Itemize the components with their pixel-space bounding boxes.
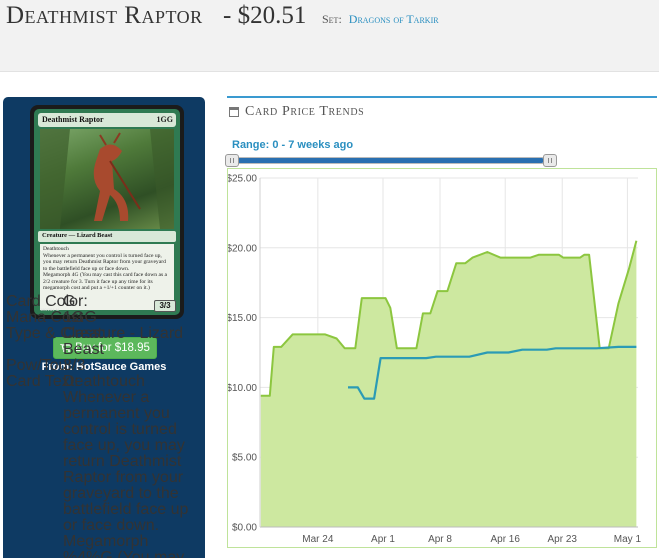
card-image: Deathmist Raptor 1GG Creature — Lizard B… — [30, 105, 184, 319]
x-tick-label: Apr 23 — [548, 534, 578, 545]
card-image-mana: 1GG — [156, 115, 173, 124]
set-label: Set: — [322, 12, 342, 26]
section-divider — [227, 96, 657, 98]
card-image-name: Deathmist Raptor — [42, 115, 104, 124]
detail-label: Type & Class: — [6, 325, 105, 342]
detail-row-type: Type & Class: Creature - Lizard Beast — [6, 326, 202, 358]
y-tick-label: $15.00 — [228, 313, 257, 324]
page-header: Deathmist Raptor - $20.51 Set: Dragons o… — [0, 0, 659, 72]
x-tick-label: May 1 — [614, 534, 642, 545]
price-chart: $0.00 $5.00 $10.00 $15.00 $20.00 $25.00 Mar 24… — [227, 168, 657, 548]
range-slider[interactable] — [225, 154, 557, 167]
detail-row-cost: Mana Cost 1GG — [6, 310, 202, 326]
y-tick-label: $10.00 — [228, 383, 257, 394]
section-title: Card Price Trends — [229, 104, 364, 120]
range-slider-handle-start[interactable] — [225, 154, 239, 167]
range-label: Range: 0 - 7 weeks ago — [232, 139, 354, 151]
detail-value: G — [63, 294, 76, 310]
card-art — [40, 129, 174, 229]
card-image-type: Creature — Lizard Beast — [38, 231, 176, 242]
detail-label: Card Text: — [6, 373, 79, 390]
card-details: Card Color: G Mana Cost 1GG Type & Class… — [6, 294, 202, 558]
detail-value: 1GG — [63, 309, 97, 326]
detail-label: Mana Cost — [6, 309, 84, 326]
detail-row-text: Card Text: Deathtouch Whenever a permane… — [6, 374, 202, 558]
detail-row-color: Card Color: G — [6, 294, 202, 310]
section-title-text: Card Price Trends — [245, 104, 365, 119]
detail-value: 3/3 — [63, 357, 86, 374]
price-chart-svg: $0.00 $5.00 $10.00 $15.00 $20.00 $25.00 Mar 24… — [228, 174, 642, 546]
detail-value: Deathtouch Whenever a permanent you cont… — [63, 373, 189, 558]
card-price: - $20.51 — [223, 2, 307, 29]
y-tick-label: $0.00 — [232, 523, 257, 534]
x-tick-label: Apr 16 — [490, 534, 520, 545]
range-slider-fill — [234, 158, 544, 163]
y-tick-label: $20.00 — [228, 243, 257, 254]
card-title: Deathmist Raptor — [6, 2, 203, 29]
y-tick-label: $5.00 — [232, 453, 257, 464]
detail-row-pt: Pow/Tou: 3/3 — [6, 358, 202, 374]
range-slider-handle-end[interactable] — [543, 154, 557, 167]
detail-value: Creature - Lizard Beast — [63, 325, 184, 358]
sell-price-area — [260, 240, 637, 528]
y-tick-label: $25.00 — [228, 174, 257, 185]
detail-label: Card Color: — [6, 294, 88, 310]
x-tick-label: Apr 1 — [371, 534, 395, 545]
x-tick-label: Apr 8 — [428, 534, 452, 545]
raptor-art-icon — [40, 129, 174, 229]
detail-label: Pow/Tou: — [6, 357, 72, 374]
card-frame: Deathmist Raptor 1GG Creature — Lizard B… — [34, 109, 180, 315]
set-line: Set: Dragons of Tarkir — [322, 12, 439, 27]
x-tick-label: Mar 24 — [302, 534, 334, 545]
card-image-namebar: Deathmist Raptor 1GG — [38, 113, 176, 127]
set-link[interactable]: Dragons of Tarkir — [349, 12, 439, 26]
